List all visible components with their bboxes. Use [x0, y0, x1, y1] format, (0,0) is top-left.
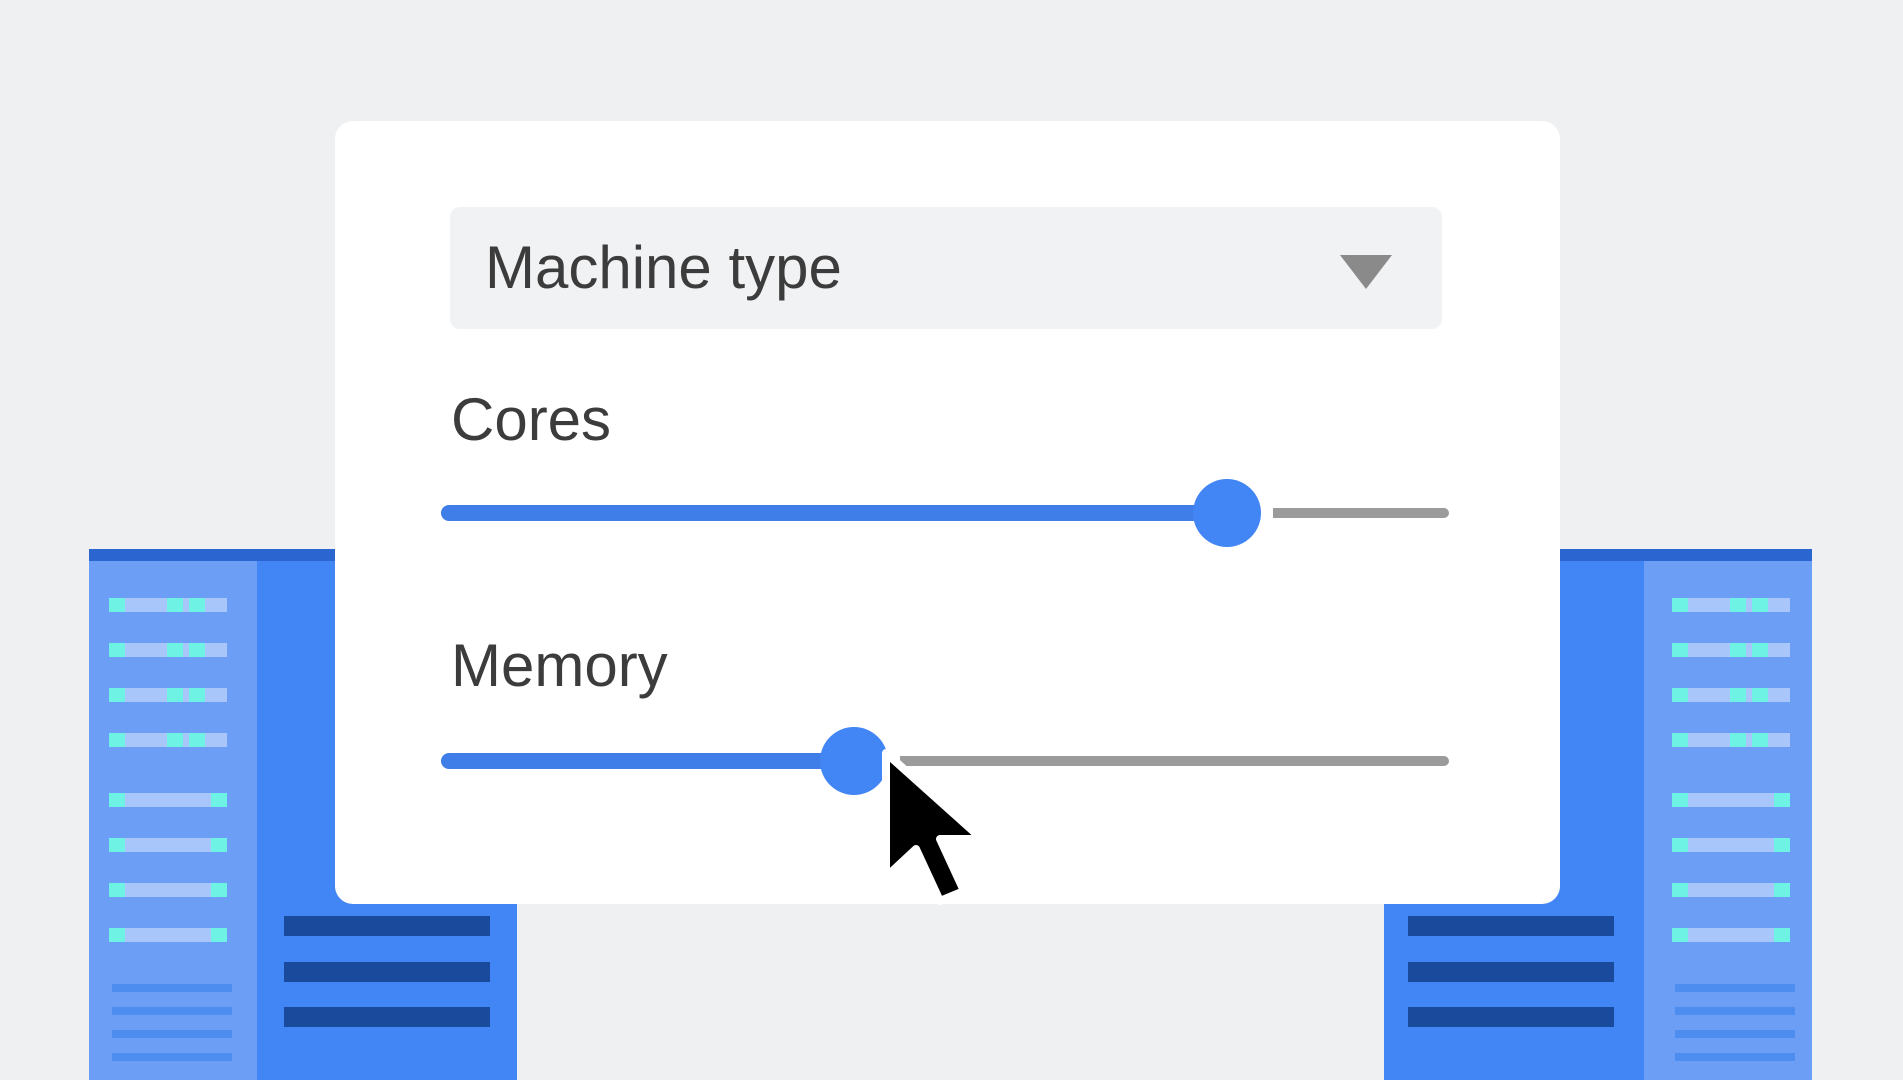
status-led: [167, 598, 183, 612]
memory-label: Memory: [451, 632, 668, 699]
status-led: [189, 688, 205, 702]
status-led: [1752, 688, 1768, 702]
status-led: [1752, 643, 1768, 657]
status-led: [1774, 883, 1790, 897]
status-led: [1774, 928, 1790, 942]
led-row: [109, 793, 227, 807]
status-led: [189, 643, 205, 657]
led-row: [1672, 793, 1790, 807]
led-row: [1672, 883, 1790, 897]
vent-line: [1675, 1007, 1795, 1015]
status-led: [167, 733, 183, 747]
led-row: [109, 733, 227, 747]
status-led: [109, 598, 125, 612]
status-led: [211, 793, 227, 807]
status-led: [109, 733, 125, 747]
triangle-down-icon[interactable]: [1340, 255, 1392, 289]
status-led: [1752, 733, 1768, 747]
led-row: [109, 928, 227, 942]
led-row: [109, 883, 227, 897]
status-led: [167, 643, 183, 657]
status-led: [109, 688, 125, 702]
led-row: [1672, 598, 1790, 612]
cores-slider-gap: [1259, 500, 1273, 526]
led-row: [1672, 928, 1790, 942]
vent-line: [112, 984, 232, 992]
cursor-arrow-icon: [882, 749, 986, 905]
status-led: [1672, 688, 1688, 702]
cores-slider-thumb[interactable]: [1193, 479, 1261, 547]
machine-type-dropdown[interactable]: Machine type: [450, 207, 1442, 329]
status-led: [109, 883, 125, 897]
status-led: [211, 928, 227, 942]
led-row: [109, 643, 227, 657]
status-led: [1672, 928, 1688, 942]
led-row: [109, 598, 227, 612]
led-row: [109, 838, 227, 852]
server-slot: [284, 962, 490, 982]
server-rack-left-panel: [89, 561, 257, 1080]
status-led: [189, 598, 205, 612]
server-rack-right-panel: [1644, 561, 1812, 1080]
led-row: [1672, 643, 1790, 657]
status-led: [1774, 838, 1790, 852]
memory-slider-fill: [441, 753, 850, 769]
server-slot: [1408, 916, 1614, 936]
status-led: [1672, 883, 1688, 897]
status-led: [1730, 733, 1746, 747]
status-led: [1752, 598, 1768, 612]
vent-line: [1675, 1053, 1795, 1061]
led-row: [1672, 733, 1790, 747]
status-led: [189, 733, 205, 747]
led-row: [1672, 838, 1790, 852]
cores-slider-fill: [441, 505, 1223, 521]
status-led: [109, 793, 125, 807]
status-led: [1672, 733, 1688, 747]
status-led: [1672, 598, 1688, 612]
cores-label: Cores: [451, 386, 612, 453]
server-slot: [284, 916, 490, 936]
status-led: [1774, 793, 1790, 807]
server-slot: [1408, 1007, 1614, 1027]
status-led: [167, 688, 183, 702]
status-led: [1672, 793, 1688, 807]
led-row: [1672, 688, 1790, 702]
server-slot: [1408, 962, 1614, 982]
status-led: [1730, 688, 1746, 702]
status-led: [109, 928, 125, 942]
led-row: [109, 688, 227, 702]
vent-line: [1675, 984, 1795, 992]
server-slot: [284, 1007, 490, 1027]
status-led: [109, 643, 125, 657]
scene: Machine type Cores Memory: [0, 0, 1903, 1080]
vent-line: [112, 1007, 232, 1015]
status-led: [1730, 598, 1746, 612]
status-led: [1730, 643, 1746, 657]
status-led: [1672, 838, 1688, 852]
status-led: [109, 838, 125, 852]
vent-line: [112, 1030, 232, 1038]
status-led: [211, 883, 227, 897]
cores-slider[interactable]: [441, 478, 1449, 548]
vent-line: [1675, 1030, 1795, 1038]
status-led: [1672, 643, 1688, 657]
machine-type-label: Machine type: [485, 234, 842, 301]
status-led: [211, 838, 227, 852]
vent-line: [112, 1053, 232, 1061]
